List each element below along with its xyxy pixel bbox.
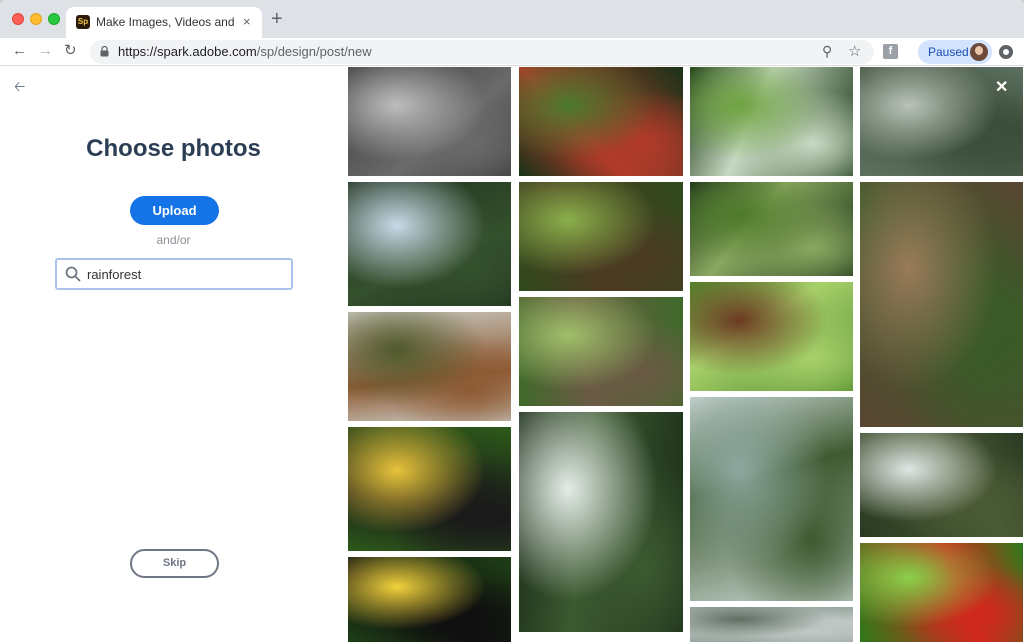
new-tab-button[interactable]: + (271, 9, 283, 29)
photo-dense-palms[interactable] (690, 182, 853, 276)
and-or-label: and/or (156, 233, 191, 247)
back-arrow-icon[interactable]: 🡠 (14, 79, 25, 93)
url-text: https://spark.adobe.com/sp/design/post/n… (118, 44, 372, 60)
spark-favicon-icon: Sp (76, 15, 90, 29)
photo-red-eyed-frog[interactable] (860, 543, 1023, 642)
photo-rope-bridge[interactable] (519, 297, 683, 406)
upload-button[interactable]: Upload (130, 196, 219, 225)
minimize-window-button[interactable] (30, 13, 42, 25)
search-input[interactable] (87, 265, 277, 283)
tab-close-icon[interactable]: × (243, 14, 251, 29)
photo-brown-lemur[interactable] (860, 182, 1023, 427)
close-icon[interactable]: ✕ (995, 80, 1008, 96)
skip-button[interactable]: Skip (130, 549, 219, 578)
photo-fruit-bat[interactable] (690, 282, 853, 391)
tab-title: Make Images, Videos and Web (96, 15, 236, 29)
maximize-window-button[interactable] (48, 13, 60, 25)
url-host: https://spark.adobe.com (118, 44, 257, 59)
photo-tropical-leaves[interactable] (519, 67, 683, 176)
profile-status: Paused (928, 45, 969, 59)
avatar (970, 43, 988, 61)
photo-mossy-rocks[interactable] (348, 312, 511, 421)
back-button[interactable]: ← (12, 41, 27, 61)
browser-window: Sp Make Images, Videos and Web × + ← → ↻… (0, 0, 1024, 642)
photo-waterfall-cliff[interactable] (348, 182, 511, 306)
tab-strip: Sp Make Images, Videos and Web × + (0, 0, 1024, 38)
photo-small-waterfall[interactable] (860, 433, 1023, 537)
lock-icon (100, 46, 109, 57)
photo-jungle-path[interactable] (519, 182, 683, 291)
profile-button[interactable]: Paused (918, 40, 992, 64)
photo-stream-forest[interactable] (690, 67, 853, 176)
url-path: /sp/design/post/new (256, 44, 372, 59)
photo-toucan-leaves[interactable] (348, 557, 511, 642)
photo-search-box[interactable] (55, 258, 293, 290)
browser-toolbar: ← → ↻ https://spark.adobe.com/sp/design/… (0, 38, 1024, 66)
photo-results-grid (347, 67, 1024, 642)
forward-button[interactable]: → (38, 41, 53, 61)
tab-active[interactable]: Sp Make Images, Videos and Web × (66, 7, 262, 38)
search-icon (65, 266, 81, 282)
facebook-extension-icon[interactable]: f (883, 44, 898, 59)
photo-lemur-bw[interactable] (348, 67, 511, 176)
photo-foggy-trees[interactable] (690, 607, 853, 642)
photo-tall-waterfall[interactable] (519, 412, 683, 632)
reload-button[interactable]: ↻ (64, 41, 77, 61)
address-bar[interactable]: https://spark.adobe.com/sp/design/post/n… (90, 40, 874, 64)
photo-toucan-branch[interactable] (348, 427, 511, 551)
bookmark-star-icon[interactable]: ☆ (848, 42, 861, 60)
close-window-button[interactable] (12, 13, 24, 25)
choose-photos-panel: 🡠 Choose photos Upload and/or Skip (0, 67, 347, 642)
extension-menu-icon[interactable] (999, 45, 1013, 59)
photo-misty-valley[interactable] (690, 397, 853, 601)
zoom-icon[interactable]: ⚲ (822, 43, 832, 60)
page-title: Choose photos (86, 135, 261, 162)
